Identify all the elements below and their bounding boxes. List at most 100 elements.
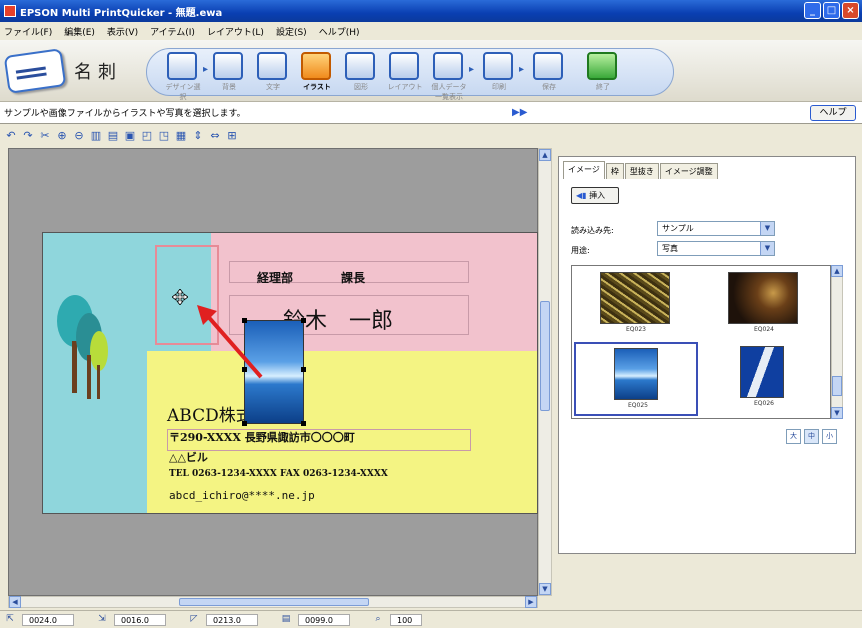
menu-item[interactable]: アイテム(I) <box>150 25 195 38</box>
back-icon[interactable]: ◳ <box>157 129 171 143</box>
printer-icon <box>483 52 513 80</box>
thumbnail-eq023[interactable]: EQ023 <box>574 268 698 342</box>
step-save[interactable]: 保存 <box>533 52 567 96</box>
step-text[interactable]: 文字 <box>257 52 291 96</box>
thumbnail-name: EQ026 <box>754 400 774 407</box>
cut-icon[interactable]: ✂ <box>38 129 52 143</box>
redo-icon[interactable]: ↷ <box>21 129 35 143</box>
menu-settings[interactable]: 設定(S) <box>276 25 307 38</box>
step-design[interactable]: デザイン選択 <box>166 52 201 101</box>
canvas-vertical-scrollbar[interactable]: ▲ ▼ <box>538 148 552 596</box>
help-button[interactable]: ヘルプ <box>810 105 856 121</box>
resize-handle[interactable] <box>242 421 247 426</box>
usage-select[interactable]: 写真 ▼ <box>657 241 775 256</box>
source-label: 読み込み先: <box>571 226 614 235</box>
height-value: 0099.0 <box>298 613 350 626</box>
tab-image-adjust[interactable]: イメージ調整 <box>659 163 718 179</box>
grid-icon[interactable]: ⊞ <box>225 129 239 143</box>
step-label: 文字 <box>266 83 280 91</box>
tree-illustration[interactable] <box>49 293 123 403</box>
background-icon <box>213 52 243 80</box>
close-button[interactable]: × <box>842 2 859 19</box>
zoom-out-icon[interactable]: ⊖ <box>72 129 86 143</box>
size-large-button[interactable]: 大 <box>786 429 801 444</box>
flip-horizontal-icon[interactable]: ⇔ <box>208 129 222 143</box>
thumbnail-image <box>740 346 784 398</box>
step-label: 背景 <box>222 83 236 91</box>
front-icon[interactable]: ◰ <box>140 129 154 143</box>
size-small-button[interactable]: 小 <box>822 429 837 444</box>
thumbnail-name: EQ024 <box>754 326 774 333</box>
step-layout[interactable]: レイアウト <box>388 52 423 96</box>
step-label: 個人データ一覧表示 <box>431 83 467 101</box>
scroll-up-icon[interactable]: ▲ <box>539 149 551 161</box>
menu-edit[interactable]: 編集(E) <box>64 25 95 38</box>
scroll-down-icon[interactable]: ▼ <box>539 583 551 595</box>
canvas-horizontal-scrollbar[interactable]: ◀ ▶ <box>8 596 538 608</box>
step-personal-data[interactable]: 個人データ一覧表示 <box>432 52 467 101</box>
hint-text: サンプルや画像ファイルからイラストや写真を選択します。 <box>4 109 246 119</box>
scroll-up-icon[interactable]: ▲ <box>831 265 843 277</box>
step-background[interactable]: 背景 <box>213 52 247 96</box>
scroll-thumb[interactable] <box>540 301 550 411</box>
resize-handle[interactable] <box>301 421 306 426</box>
thumbnail-size-buttons: 大 中 小 <box>786 429 837 444</box>
source-select[interactable]: サンプル ▼ <box>657 221 775 236</box>
step-shape[interactable]: 図形 <box>345 52 379 96</box>
minimize-button[interactable]: _ <box>804 2 821 19</box>
menu-help[interactable]: ヘルプ(H) <box>319 25 360 38</box>
thumbnail-eq025[interactable]: EQ025 <box>574 342 698 416</box>
scroll-right-icon[interactable]: ▶ <box>525 596 537 608</box>
trash-icon[interactable]: ▥ <box>89 129 103 143</box>
shape-icon <box>345 52 375 80</box>
menu-bar: ファイル(F) 編集(E) 表示(V) アイテム(I) レイアウト(L) 設定(… <box>0 22 862 40</box>
flip-vertical-icon[interactable]: ⇕ <box>191 129 205 143</box>
step-print[interactable]: 印刷 <box>483 52 517 96</box>
step-arrow-icon: ▸ <box>469 64 475 75</box>
thumbnail-eq024[interactable]: EQ024 <box>702 268 826 342</box>
thumbnail-scrollbar[interactable]: ▲ ▼ <box>831 265 843 419</box>
order-icon[interactable]: ▦ <box>174 129 188 143</box>
resize-handle[interactable] <box>301 367 306 372</box>
zoom-in-icon[interactable]: ⊕ <box>55 129 69 143</box>
title-bar: EPSON Multi PrintQuicker - 無題.ewa _ □ × <box>0 0 862 22</box>
thumbnail-grid: EQ023 EQ024 EQ025 EQ026 <box>571 265 831 419</box>
panel-tabs: イメージ 枠 型抜き イメージ調整 <box>563 161 719 179</box>
card-address[interactable]: 〒290-XXXX 長野県諏訪市〇〇〇町 <box>169 429 355 445</box>
step-illustration[interactable]: イラスト <box>301 52 335 96</box>
dropdown-arrow-icon[interactable]: ▼ <box>760 242 774 255</box>
status-height: ▤ 0099.0 <box>280 613 350 626</box>
menu-layout[interactable]: レイアウト(L) <box>207 25 264 38</box>
card-position[interactable]: 課長 <box>341 269 365 286</box>
scroll-down-icon[interactable]: ▼ <box>831 407 843 419</box>
scroll-thumb[interactable] <box>832 376 842 396</box>
step-label: レイアウト <box>387 83 423 91</box>
size-medium-button[interactable]: 中 <box>804 429 819 444</box>
menu-file[interactable]: ファイル(F) <box>4 25 52 38</box>
zoom-value: 100 <box>390 613 422 626</box>
app-icon <box>4 5 16 17</box>
step-exit[interactable]: 終了 <box>587 52 621 96</box>
card-building[interactable]: △△ビル <box>169 449 208 465</box>
group-icon[interactable]: ▣ <box>123 129 137 143</box>
card-email[interactable]: abcd_ichiro@****.ne.jp <box>169 489 315 502</box>
tab-frame[interactable]: 枠 <box>605 163 624 179</box>
scroll-thumb[interactable] <box>179 598 369 606</box>
align-icon[interactable]: ▤ <box>106 129 120 143</box>
tab-cutout[interactable]: 型抜き <box>624 163 659 179</box>
height-icon: ▤ <box>281 614 291 624</box>
step-label: 終了 <box>596 83 610 91</box>
maximize-button[interactable]: □ <box>823 2 840 19</box>
tab-image[interactable]: イメージ <box>563 161 605 179</box>
card-department[interactable]: 経理部 <box>257 269 293 286</box>
insert-button[interactable]: ◀▮ 挿入 <box>571 187 619 204</box>
dropdown-arrow-icon[interactable]: ▼ <box>760 222 774 235</box>
undo-icon[interactable]: ↶ <box>4 129 18 143</box>
resize-handle[interactable] <box>301 318 306 323</box>
play-icon[interactable]: ▶▶ <box>512 107 527 118</box>
menu-view[interactable]: 表示(V) <box>107 25 138 38</box>
thumbnail-eq026[interactable]: EQ026 <box>702 342 826 416</box>
scroll-left-icon[interactable]: ◀ <box>9 596 21 608</box>
drag-direction-arrow <box>197 305 263 379</box>
card-tel-fax[interactable]: TEL 0263-1234-XXXX FAX 0263-1234-XXXX <box>169 469 388 479</box>
